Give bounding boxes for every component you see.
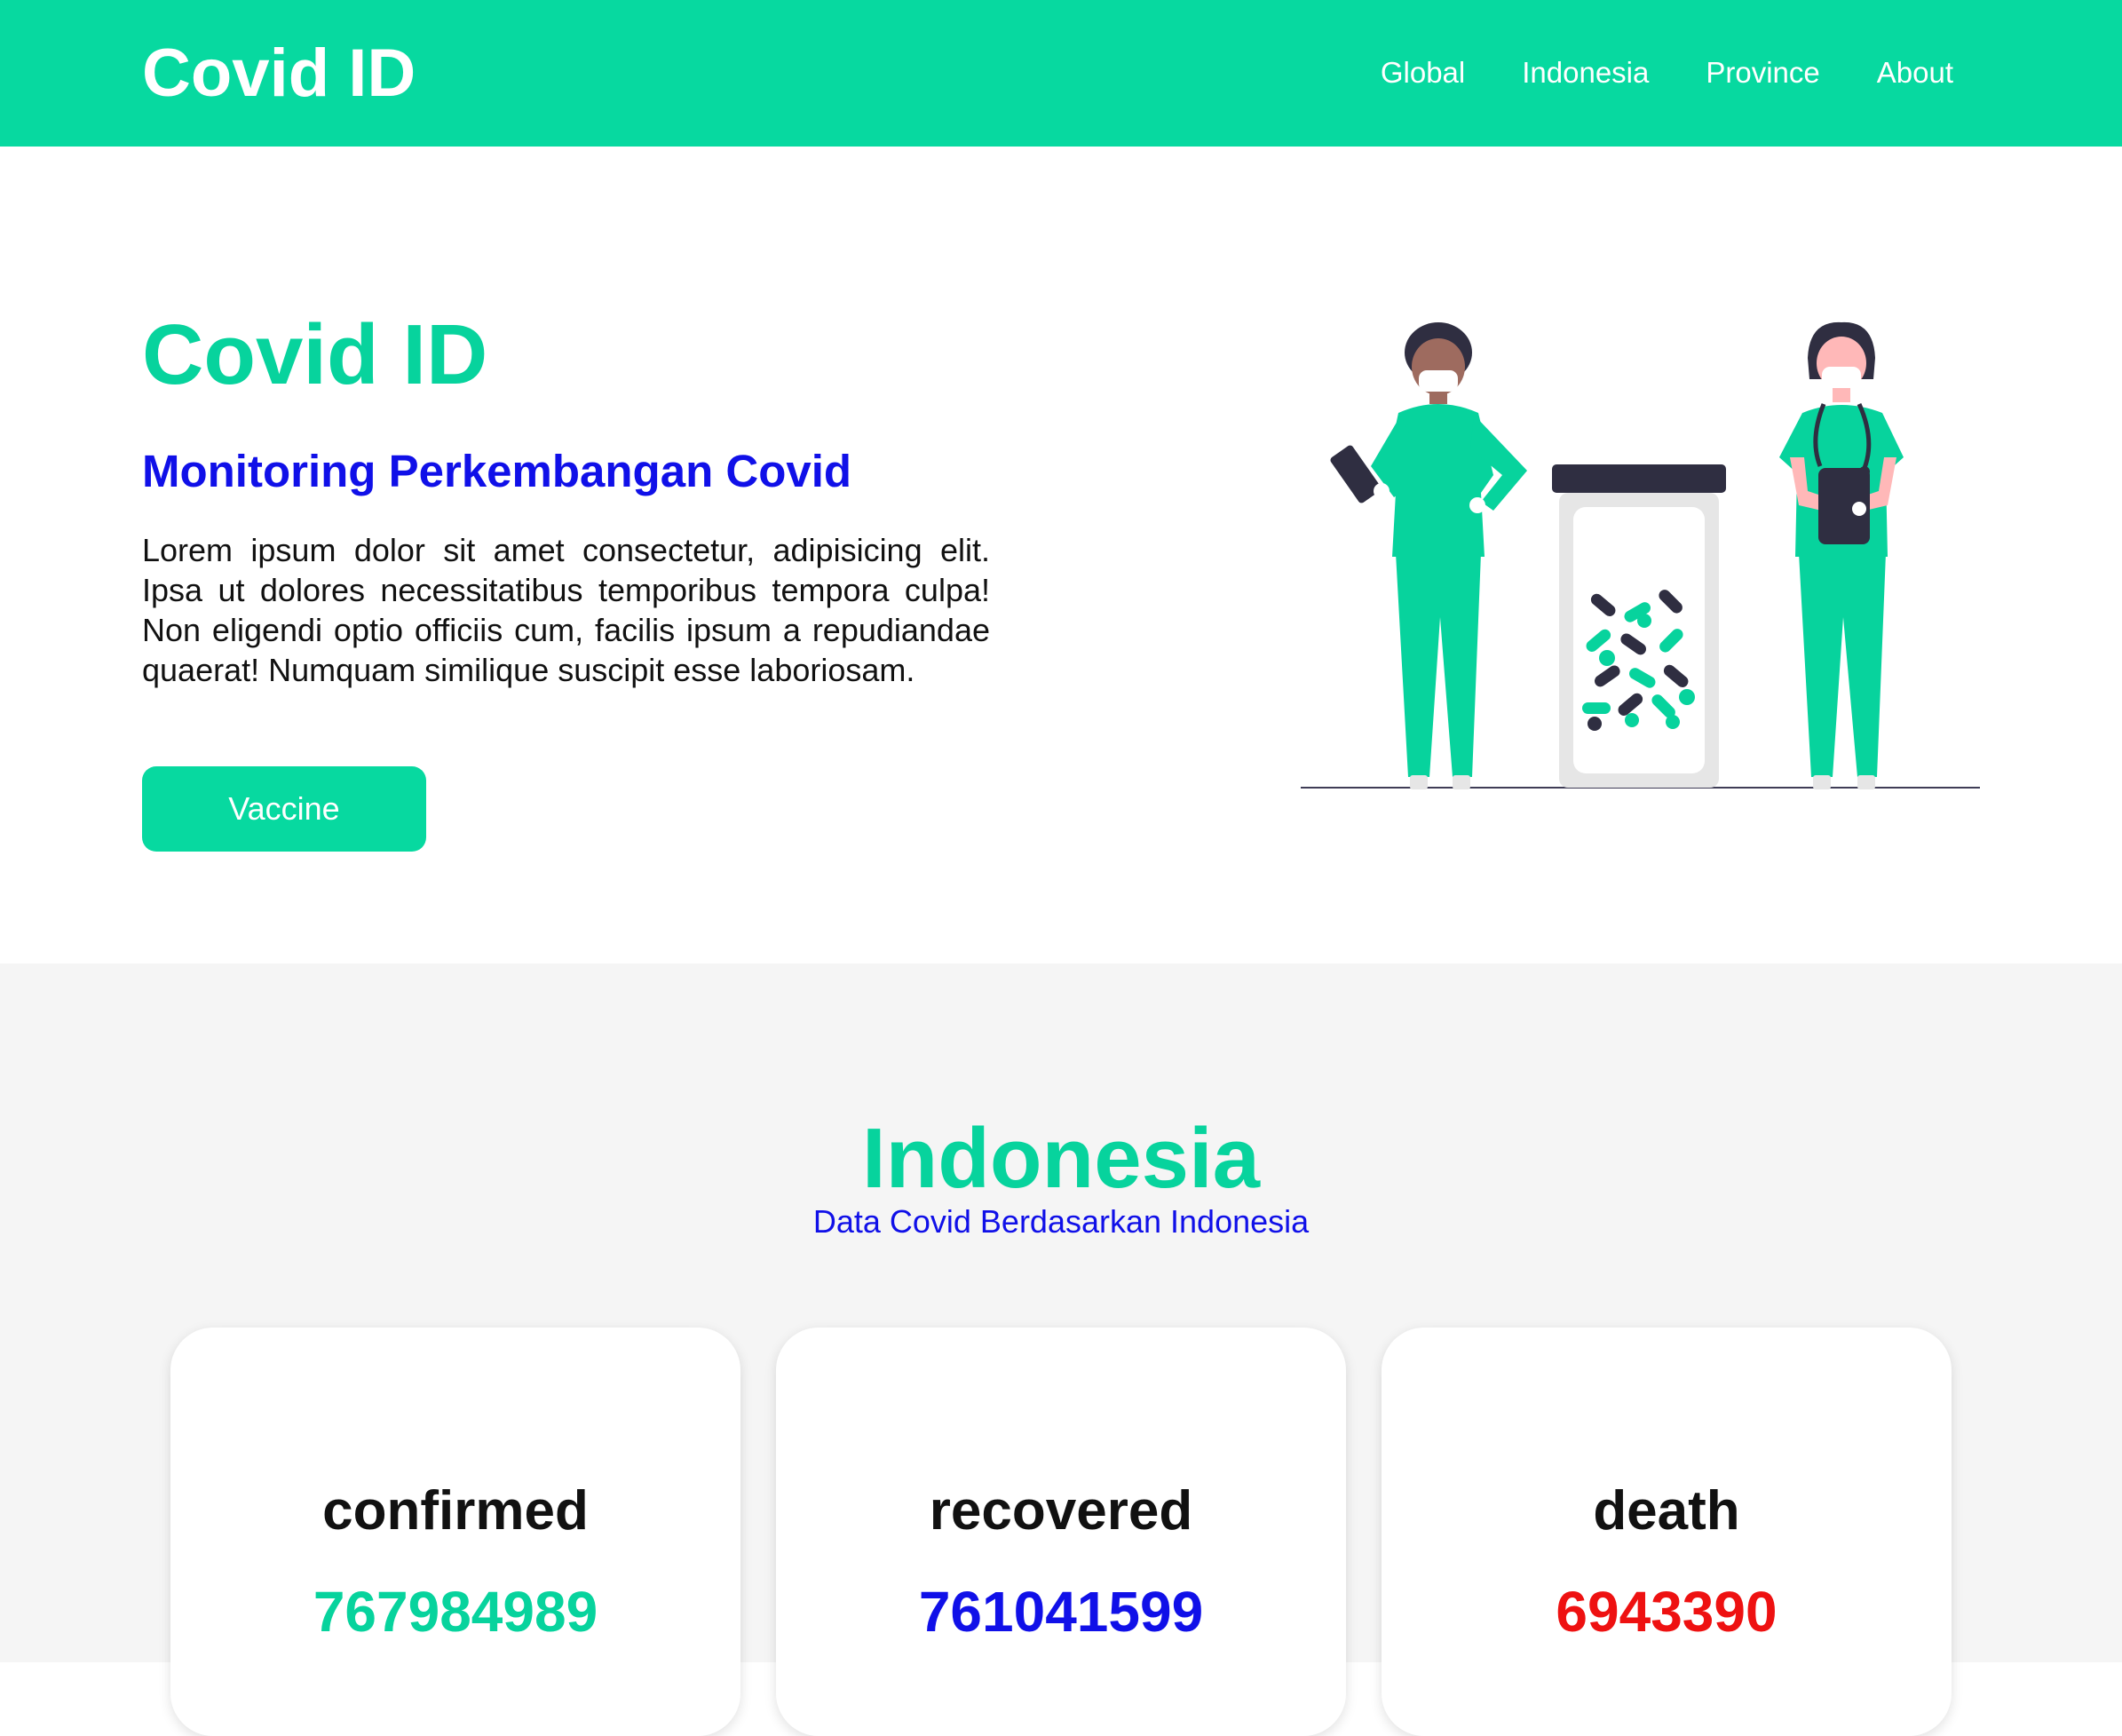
- hero-description: Lorem ipsum dolor sit amet consectetur, …: [142, 532, 990, 688]
- death-value: 6943390: [1556, 1580, 1778, 1644]
- recovered-value: 761041599: [918, 1580, 1204, 1644]
- hero-subtitle: Monitoring Perkembangan Covid: [142, 446, 852, 496]
- left-doctor-figure: [1330, 322, 1527, 789]
- recovered-card: recovered 761041599: [776, 1328, 1346, 1736]
- indonesia-stats-section: Indonesia Data Covid Berdasarkan Indones…: [0, 963, 2122, 1736]
- confirmed-value: 767984989: [313, 1580, 598, 1644]
- nav-link-province[interactable]: Province: [1706, 52, 1819, 94]
- hero-title: Covid ID: [142, 307, 488, 402]
- vaccine-button[interactable]: Vaccine: [142, 766, 426, 852]
- right-doctor-figure: [1779, 321, 1904, 789]
- navbar: Covid ID Global Indonesia Province About: [0, 0, 2122, 147]
- nav-links: Global Indonesia Province About: [1381, 52, 1953, 94]
- death-label: death: [1593, 1480, 1740, 1542]
- nav-link-global[interactable]: Global: [1381, 52, 1465, 94]
- brand-logo[interactable]: Covid ID: [142, 34, 416, 114]
- pill-jar: [1552, 464, 1726, 788]
- death-card: death 6943390: [1382, 1328, 1952, 1736]
- nav-link-indonesia[interactable]: Indonesia: [1522, 52, 1649, 94]
- nav-link-about[interactable]: About: [1877, 52, 1953, 94]
- confirmed-card: confirmed 767984989: [170, 1328, 740, 1736]
- doctors-medicine-illustration: [1301, 321, 1980, 789]
- confirmed-label: confirmed: [322, 1480, 589, 1542]
- stats-subtitle: Data Covid Berdasarkan Indonesia: [812, 1203, 1310, 1240]
- hero-section: Covid ID Monitoring Perkembangan Covid L…: [0, 147, 2122, 963]
- recovered-label: recovered: [929, 1480, 1193, 1542]
- stats-title: Indonesia: [861, 1111, 1261, 1206]
